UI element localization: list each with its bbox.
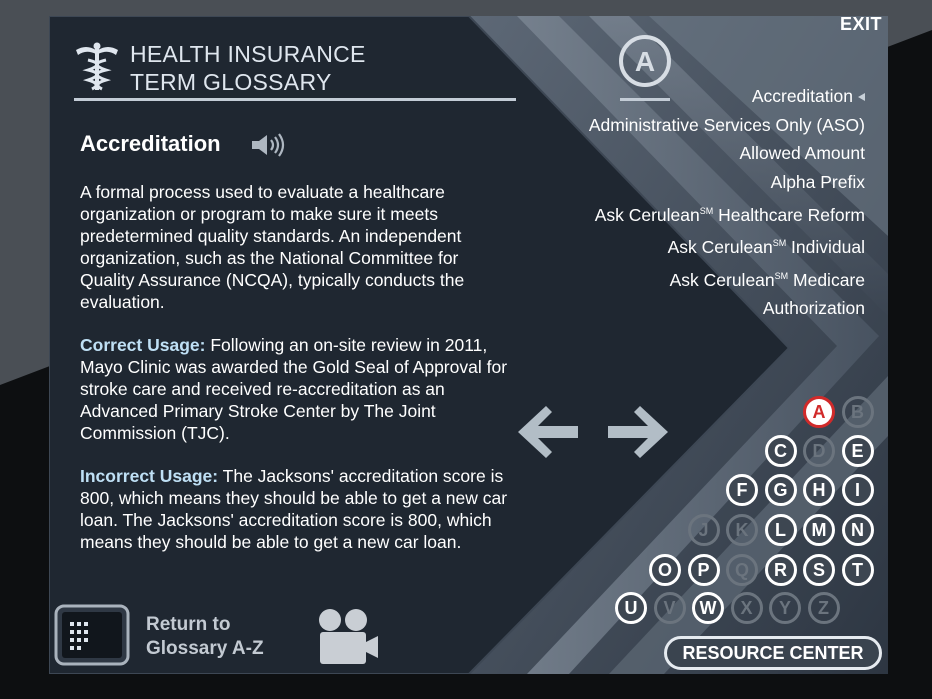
correct-usage: Correct Usage: Following an on-site revi… [80,334,510,444]
letter-button-o[interactable]: O [649,554,681,586]
letter-button-a[interactable]: A [803,396,835,428]
term-list-item[interactable]: Authorization [589,294,865,323]
term-list-item[interactable]: Accreditation [589,82,865,111]
letter-button-e[interactable]: E [841,435,874,467]
letter-button-r[interactable]: R [764,554,797,586]
incorrect-usage-label: Incorrect Usage: [80,466,219,486]
letter-button-m[interactable]: M [803,514,835,546]
term-definition: A formal process used to evaluate a heal… [80,182,465,312]
term-list-item[interactable]: Alpha Prefix [589,168,865,197]
letter-button-p[interactable]: P [687,554,720,586]
return-line2: Glossary A-Z [146,638,264,659]
resource-center-button[interactable]: RESOURCE CENTER [664,636,882,670]
glossary-title-line2: TERM GLOSSARY [130,69,332,95]
term-list: Accreditation Administrative Services Onl… [589,82,865,323]
correct-usage-label: Correct Usage: [80,335,206,355]
letter-button-u[interactable]: U [615,592,647,624]
term-heading: Accreditation [80,131,221,156]
return-to-glossary-link[interactable]: Return to Glossary A-Z [146,613,264,661]
next-arrow-icon[interactable] [606,402,670,462]
return-line1: Return to [146,614,231,635]
letter-button-f[interactable]: F [726,474,758,506]
term-list-item[interactable]: Allowed Amount [589,139,866,168]
glossary-title-line1: HEALTH INSURANCE [130,41,366,67]
current-letter-text: A [635,46,655,77]
letter-button-h[interactable]: H [803,474,835,506]
glossary-grid-icon[interactable] [54,604,130,666]
caduceus-logo-icon [76,42,118,91]
video-camera-icon[interactable] [314,606,380,666]
letter-button-v: V [653,592,686,624]
letter-button-g[interactable]: G [764,474,797,506]
letter-button-c[interactable]: C [764,435,797,467]
term-list-item[interactable]: Ask CeruleanSM Individual [589,229,865,262]
term-list-item[interactable]: Ask CeruleanSM Medicare [589,262,865,295]
glossary-title: HEALTH INSURANCE TERM GLOSSARY [130,40,366,96]
letter-button-l[interactable]: L [764,514,797,546]
letter-button-n[interactable]: N [841,514,874,546]
navigation-arrows [516,402,672,462]
term-list-item[interactable]: Ask CeruleanSM Healthcare Reform [589,197,865,230]
exit-button[interactable]: EXIT [840,14,882,35]
letter-button-i[interactable]: I [841,474,874,506]
previous-arrow-icon[interactable] [516,402,580,462]
letter-button-k: K [726,514,758,546]
letter-button-t[interactable]: T [841,554,874,586]
letter-button-z: Z [807,592,840,624]
letter-button-w[interactable]: W [692,592,724,624]
speaker-icon[interactable] [250,132,288,158]
letter-button-b: B [841,396,874,428]
letter-button-q: Q [726,554,758,586]
title-divider [74,98,516,101]
term-list-item[interactable]: Administrative Services Only (ASO) [589,111,865,140]
letter-button-s[interactable]: S [803,554,835,586]
letter-button-x: X [730,592,763,624]
letter-button-d: D [803,435,835,467]
letter-button-j: J [687,514,720,546]
incorrect-usage: Incorrect Usage: The Jacksons' accredita… [80,465,510,553]
letter-button-y: Y [769,592,801,624]
